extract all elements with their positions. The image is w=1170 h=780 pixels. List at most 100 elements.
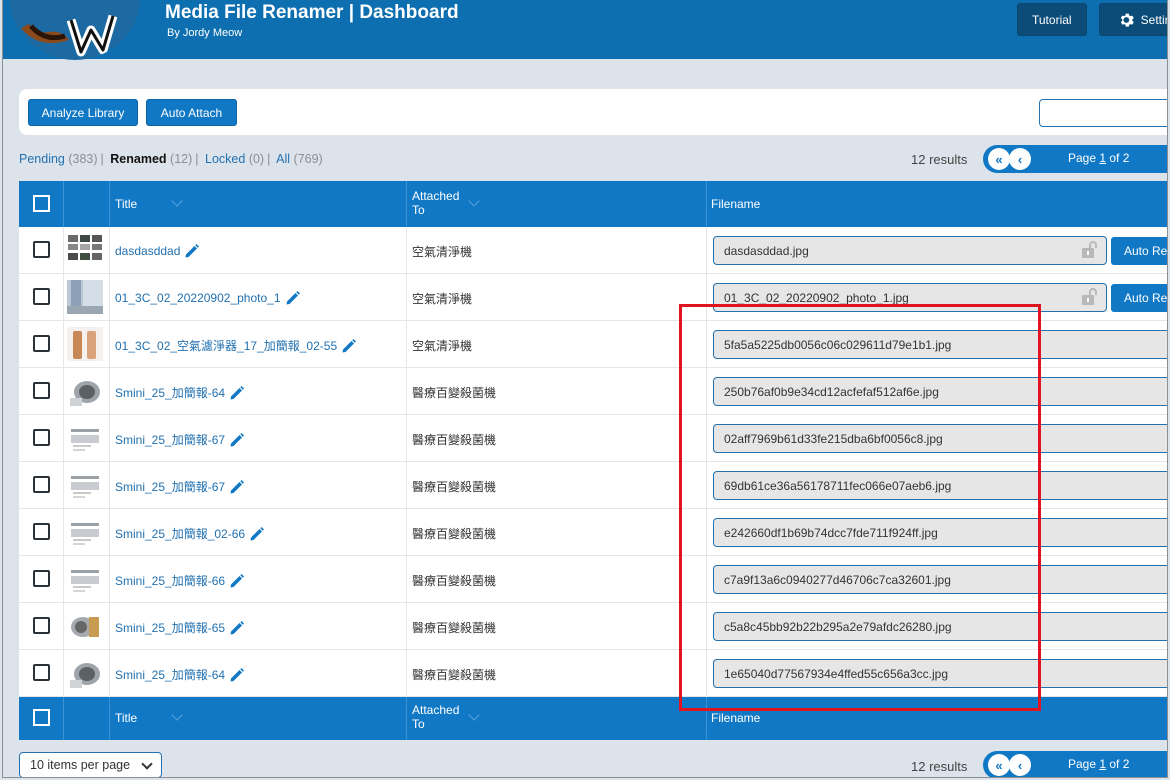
select-all-checkbox[interactable] — [33, 195, 50, 212]
attached-to-text: 醫療百變殺菌機 — [412, 668, 497, 682]
row-checkbox[interactable] — [33, 523, 50, 540]
filter-pending[interactable]: Pending (383) — [19, 152, 98, 166]
media-title-link[interactable]: Smini_25_加簡報-67 — [115, 478, 245, 495]
pagination-bottom: « ‹ Page 1 of 2 — [983, 751, 1167, 777]
attached-to-text: 空氣清淨機 — [412, 292, 473, 306]
media-title-link[interactable]: Smini_25_加簡報-66 — [115, 572, 245, 589]
media-thumbnail[interactable] — [67, 656, 103, 690]
page-subtitle: By Jordy Meow — [167, 27, 243, 39]
attached-to-text: 醫療百變殺菌機 — [412, 574, 497, 588]
filter-all[interactable]: All (769) — [276, 152, 323, 166]
edit-pencil-icon[interactable] — [285, 290, 301, 306]
filename-input[interactable]: dasdasddad.jpg — [713, 236, 1107, 265]
attached-to-text: 醫療百變殺菌機 — [412, 386, 497, 400]
edit-pencil-icon[interactable] — [229, 432, 245, 448]
media-thumbnail[interactable] — [67, 374, 103, 408]
media-title-link[interactable]: Smini_25_加簡報-64 — [115, 384, 245, 401]
sort-title-icon[interactable] — [171, 195, 183, 207]
column-attached[interactable]: Attached To — [412, 189, 459, 217]
gear-icon — [1120, 13, 1134, 27]
edit-pencil-icon[interactable] — [229, 479, 245, 495]
chevron-down-icon — [141, 758, 153, 770]
media-title-link[interactable]: Smini_25_加簡報-65 — [115, 619, 245, 636]
auto-attach-button[interactable]: Auto Attach — [146, 99, 237, 126]
table-header: Title Attached To Filename — [19, 181, 1167, 227]
media-title-link[interactable]: Smini_25_加簡報_02-66 — [115, 525, 265, 542]
page-indicator: Page 1 of 2 — [1068, 757, 1130, 771]
row-checkbox[interactable] — [33, 429, 50, 446]
row-checkbox[interactable] — [33, 664, 50, 681]
media-thumbnail[interactable] — [67, 562, 103, 596]
meow-logo — [9, 0, 141, 60]
auto-rename-button[interactable]: Auto Re — [1111, 237, 1167, 265]
prev-page-icon[interactable]: ‹ — [1009, 754, 1031, 776]
results-count-top: 12 results — [911, 152, 968, 167]
settings-button[interactable]: Settings — [1099, 3, 1167, 36]
media-thumbnail[interactable] — [67, 609, 103, 643]
attached-to-text: 醫療百變殺菌機 — [412, 433, 497, 447]
results-count-bottom: 12 results — [911, 759, 968, 774]
media-title-link[interactable]: dasdasddad — [115, 243, 200, 259]
media-title-link[interactable]: 01_3C_02_空氣濾淨器_17_加簡報_02-55 — [115, 337, 357, 354]
media-title-link[interactable]: 01_3C_02_20220902_photo_1 — [115, 290, 301, 306]
search-input[interactable] — [1039, 99, 1167, 127]
attached-to-text: 空氣清淨機 — [412, 245, 473, 259]
row-checkbox[interactable] — [33, 617, 50, 634]
media-thumbnail[interactable] — [67, 515, 103, 549]
attached-to-text: 醫療百變殺菌機 — [412, 527, 497, 541]
column-title-footer[interactable]: Title — [115, 711, 137, 725]
column-filename: Filename — [711, 197, 761, 211]
lock-icon[interactable] — [1080, 240, 1100, 260]
filter-renamed[interactable]: Renamed (12) — [110, 152, 192, 166]
edit-pencil-icon[interactable] — [249, 526, 265, 542]
app-frame: Media File Renamer | Dashboard By Jordy … — [2, 0, 1168, 778]
table-row: dasdasddad 空氣清淨機 dasdasddad.jpg Auto Re — [19, 227, 1167, 274]
page-indicator: Page 1 of 2 — [1068, 151, 1130, 165]
edit-pencil-icon[interactable] — [341, 338, 357, 354]
settings-label: Settings — [1140, 12, 1167, 27]
row-checkbox[interactable] — [33, 288, 50, 305]
auto-rename-button[interactable]: Auto Re — [1111, 284, 1167, 312]
edit-pencil-icon[interactable] — [229, 385, 245, 401]
column-title[interactable]: Title — [115, 197, 137, 211]
column-filename-footer: Filename — [711, 711, 761, 725]
lock-icon[interactable] — [1080, 287, 1100, 307]
edit-pencil-icon[interactable] — [229, 620, 245, 636]
pagination-top: « ‹ Page 1 of 2 — [983, 145, 1167, 173]
sort-attached-footer-icon[interactable] — [468, 709, 480, 721]
annotation-highlight-box — [679, 304, 1041, 711]
media-thumbnail[interactable] — [67, 233, 103, 267]
attached-to-text: 醫療百變殺菌機 — [412, 480, 497, 494]
media-thumbnail[interactable] — [67, 280, 103, 314]
row-checkbox[interactable] — [33, 335, 50, 352]
prev-page-icon[interactable]: ‹ — [1009, 148, 1031, 170]
media-thumbnail[interactable] — [67, 327, 103, 361]
analyze-library-button[interactable]: Analyze Library — [28, 99, 138, 126]
edit-pencil-icon[interactable] — [229, 573, 245, 589]
edit-pencil-icon[interactable] — [229, 667, 245, 683]
sort-title-footer-icon[interactable] — [171, 709, 183, 721]
column-attached-footer[interactable]: Attached To — [412, 703, 459, 731]
row-checkbox[interactable] — [33, 476, 50, 493]
tutorial-button[interactable]: Tutorial — [1017, 3, 1087, 36]
status-filters: Pending (383) | Renamed (12) | Locked (0) |… — [19, 152, 323, 166]
row-checkbox[interactable] — [33, 241, 50, 258]
sort-attached-icon[interactable] — [468, 195, 480, 207]
first-page-icon[interactable]: « — [988, 754, 1010, 776]
media-thumbnail[interactable] — [67, 421, 103, 455]
row-checkbox[interactable] — [33, 382, 50, 399]
attached-to-text: 空氣清淨機 — [412, 339, 473, 353]
header-bar: Media File Renamer | Dashboard By Jordy … — [3, 0, 1167, 60]
first-page-icon[interactable]: « — [988, 148, 1010, 170]
items-per-page-select[interactable]: 10 items per page — [19, 752, 162, 777]
attached-to-text: 醫療百變殺菌機 — [412, 621, 497, 635]
media-title-link[interactable]: Smini_25_加簡報-67 — [115, 431, 245, 448]
page-title: Media File Renamer | Dashboard — [165, 2, 459, 23]
action-toolbar: Analyze Library Auto Attach — [19, 89, 1167, 135]
filter-locked[interactable]: Locked (0) — [205, 152, 264, 166]
media-thumbnail[interactable] — [67, 468, 103, 502]
row-checkbox[interactable] — [33, 570, 50, 587]
edit-pencil-icon[interactable] — [184, 243, 200, 259]
select-all-checkbox-footer[interactable] — [33, 709, 50, 726]
media-title-link[interactable]: Smini_25_加簡報-64 — [115, 666, 245, 683]
